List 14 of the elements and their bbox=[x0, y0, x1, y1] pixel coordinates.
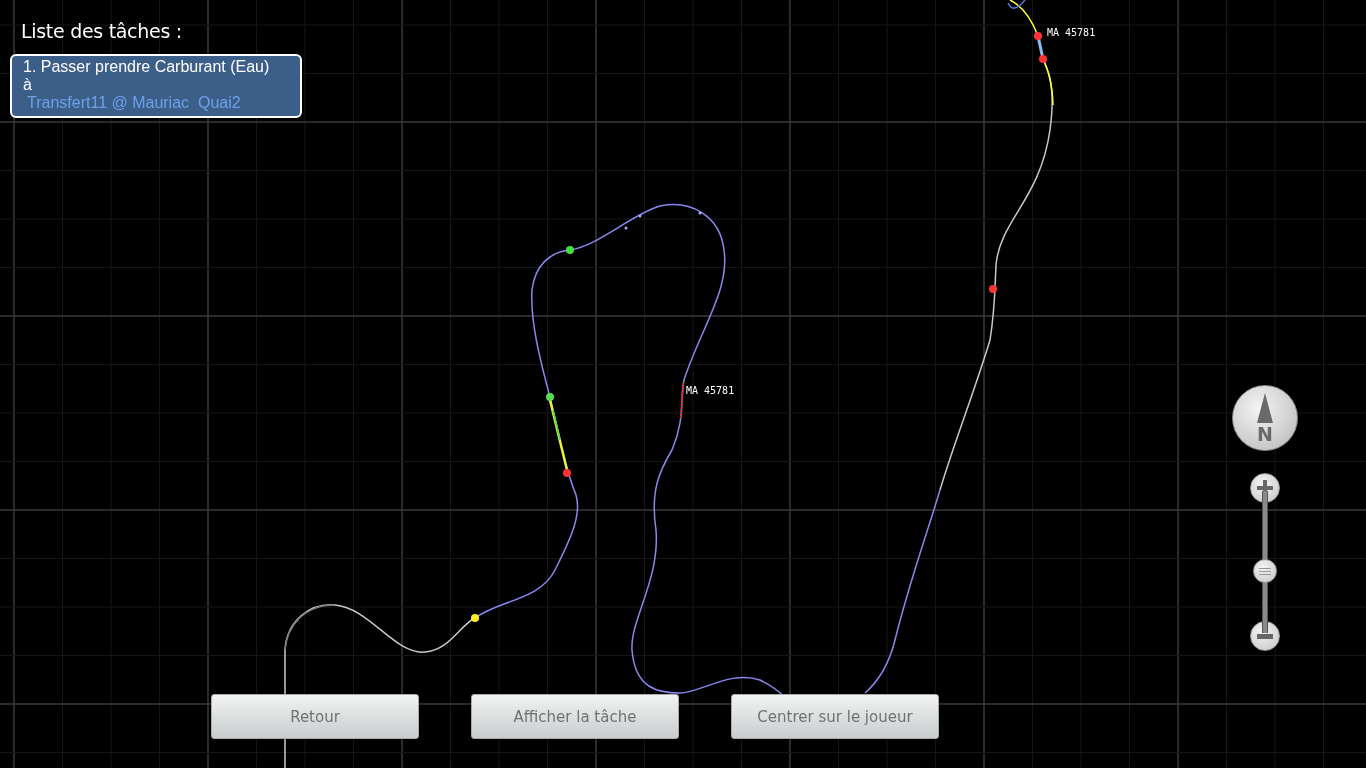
action-button[interactable]: Afficher la tâche bbox=[471, 694, 679, 739]
minus-icon bbox=[1257, 633, 1273, 639]
train-label: MA 45781 bbox=[1047, 27, 1096, 38]
zoom-slider[interactable] bbox=[1253, 491, 1277, 633]
action-button[interactable]: Retour bbox=[211, 694, 419, 739]
location-link[interactable]: Transfert11 @ Mauriac Quai2 bbox=[23, 94, 241, 112]
task-list-title: Liste des tâches : bbox=[21, 20, 183, 42]
task-text: 1. Passer prendre Carburant (Eau) bbox=[23, 58, 270, 76]
compass-button[interactable]: N bbox=[1232, 385, 1298, 451]
action-button[interactable]: Centrer sur le joueur bbox=[731, 694, 939, 739]
north-arrow-icon bbox=[1257, 393, 1273, 423]
train-label: MA 45781 bbox=[686, 385, 735, 396]
task-preposition: à bbox=[23, 76, 32, 94]
zoom-slider-thumb[interactable] bbox=[1253, 559, 1277, 584]
